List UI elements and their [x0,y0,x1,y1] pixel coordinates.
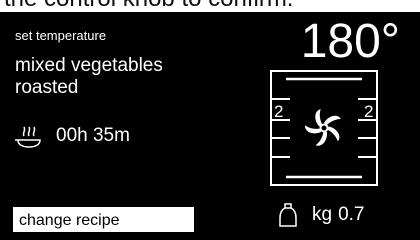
recipe-name: mixed vegetables roasted [15,55,163,98]
weight-readout: kg 0.7 [312,204,365,226]
oven-display: set temperature mixed vegetables roasted… [0,12,420,240]
cooking-time-row[interactable]: 00h 35m [14,120,130,152]
caption-text: the control knob to confirm. [4,0,293,11]
cropped-caption: the control knob to confirm. [0,0,420,12]
rack-level-right: 2 [364,102,373,121]
oven-cavity-outline [270,70,378,186]
steam-dish-icon [14,122,44,150]
weight-unit: kg [312,204,333,225]
temperature-value[interactable]: 180° [270,14,400,70]
change-recipe-button[interactable]: change recipe [13,207,194,232]
weight-row[interactable]: kg 0.7 [278,201,365,229]
convection-fan-icon [304,109,341,146]
set-temperature-label: set temperature [15,28,107,43]
cooking-time-value: 00h 35m [56,125,130,146]
weight-value: 0.7 [338,204,365,225]
oven-rack-diagram: 2 2 [270,70,378,186]
rack-level-left: 2 [274,102,283,121]
weight-icon [278,202,298,228]
